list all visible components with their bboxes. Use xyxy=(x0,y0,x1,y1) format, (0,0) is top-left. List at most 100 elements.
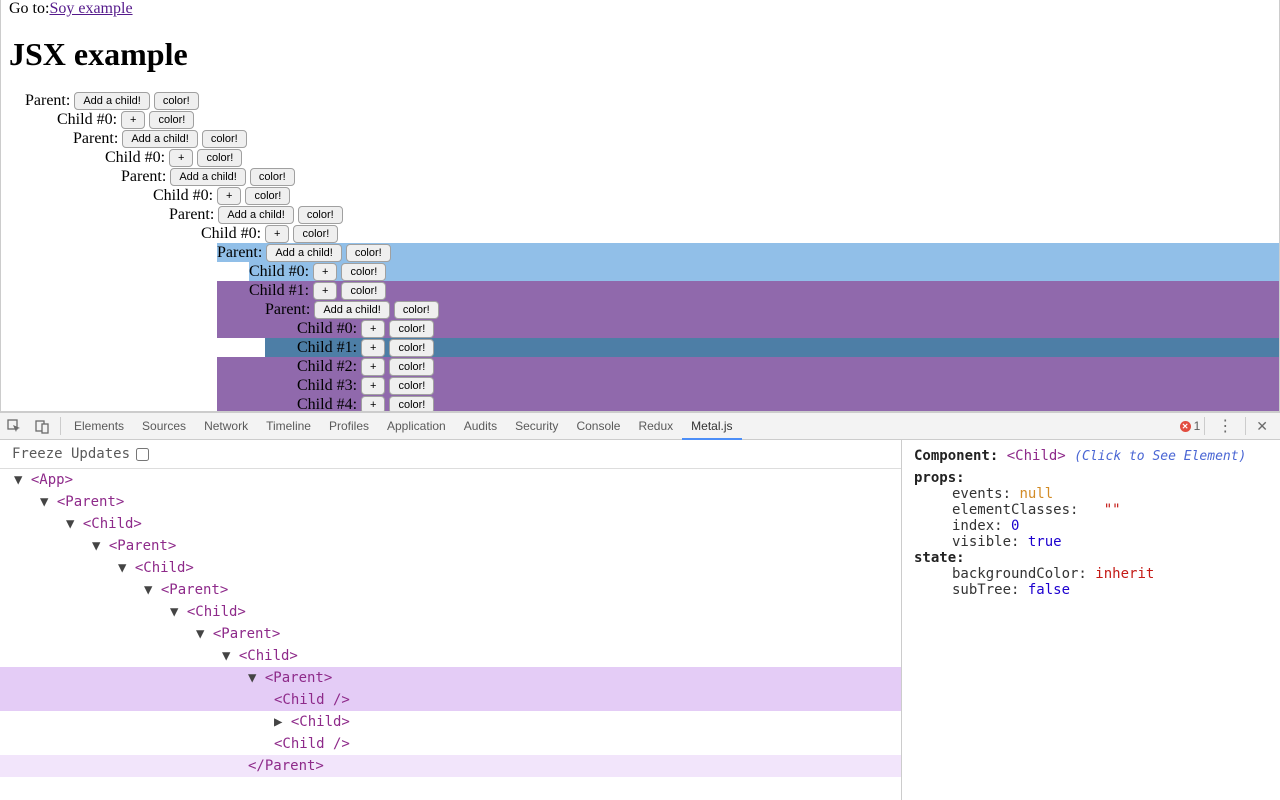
add-child-button[interactable]: Add a child! xyxy=(122,130,197,148)
separator xyxy=(1245,417,1246,435)
color-button[interactable]: color! xyxy=(250,168,295,186)
color-button[interactable]: color! xyxy=(389,377,434,395)
tree-twisty-icon[interactable]: ▼ xyxy=(66,516,83,532)
tree-twisty-icon[interactable]: ▼ xyxy=(40,494,57,510)
tree-node[interactable]: ▼ <Child> xyxy=(0,601,901,623)
tree-twisty-icon[interactable]: ▼ xyxy=(92,538,109,554)
tree-node[interactable]: ▼ <Parent> xyxy=(0,667,901,689)
plus-button[interactable]: + xyxy=(361,339,385,357)
color-button[interactable]: color! xyxy=(389,320,434,338)
component-header: Component: <Child> (Click to See Element… xyxy=(914,448,1268,464)
tree-node[interactable]: </Parent> xyxy=(0,755,901,777)
color-button[interactable]: color! xyxy=(389,339,434,357)
tree-node[interactable]: ▼ <Child> xyxy=(0,513,901,535)
tree-twisty-icon[interactable]: ▼ xyxy=(118,560,135,576)
row-label: Parent: xyxy=(265,301,310,319)
plus-button[interactable]: + xyxy=(361,396,385,413)
add-child-button[interactable]: Add a child! xyxy=(170,168,245,186)
tree-twisty-icon[interactable]: ▼ xyxy=(248,670,265,686)
devtools-tab-security[interactable]: Security xyxy=(506,412,567,440)
prop-value: null xyxy=(1019,486,1053,502)
color-button[interactable]: color! xyxy=(346,244,391,262)
plus-button[interactable]: + xyxy=(169,149,193,167)
tree-node[interactable]: ▼ <Child> xyxy=(0,557,901,579)
prop-row: events: null xyxy=(952,486,1268,502)
device-icon[interactable] xyxy=(28,419,56,434)
color-button[interactable]: color! xyxy=(389,396,434,413)
tree-twisty-icon[interactable]: ▼ xyxy=(144,582,161,598)
row-label: Child #2: xyxy=(297,358,357,376)
color-button[interactable]: color! xyxy=(341,263,386,281)
tree-twisty-icon[interactable]: ▼ xyxy=(170,604,187,620)
component-row: Child #0:+color! xyxy=(1,148,1279,167)
devtools-tab-console[interactable]: Console xyxy=(567,412,629,440)
component-header-tag: <Child> xyxy=(1007,448,1066,464)
tree-twisty-icon[interactable]: ▶ xyxy=(274,714,291,730)
row-label: Child #1: xyxy=(297,339,357,357)
inspect-icon[interactable] xyxy=(0,419,28,434)
color-button[interactable]: color! xyxy=(245,187,290,205)
plus-button[interactable]: + xyxy=(265,225,289,243)
component-row: Parent:Add a child!color! xyxy=(1,129,1279,148)
tree-twisty-icon[interactable]: ▼ xyxy=(222,648,239,664)
devtools-tab-elements[interactable]: Elements xyxy=(65,412,133,440)
row-label: Child #0: xyxy=(105,149,165,167)
color-button[interactable]: color! xyxy=(154,92,199,110)
color-button[interactable]: color! xyxy=(202,130,247,148)
component-row: Child #1:+color! xyxy=(1,281,1279,300)
color-button[interactable]: color! xyxy=(394,301,439,319)
tree-node[interactable]: ▼ <Child> xyxy=(0,645,901,667)
devtools-tab-redux[interactable]: Redux xyxy=(629,412,682,440)
prop-row: visible: true xyxy=(952,534,1268,550)
freeze-checkbox[interactable] xyxy=(136,448,149,461)
devtools-tab-metaljs[interactable]: Metal.js xyxy=(682,412,741,440)
color-button[interactable]: color! xyxy=(149,111,194,129)
devtools-tab-audits[interactable]: Audits xyxy=(455,412,506,440)
row-label: Child #0: xyxy=(249,263,309,281)
close-icon[interactable]: ✕ xyxy=(1250,418,1274,435)
plus-button[interactable]: + xyxy=(313,263,337,281)
tree-node[interactable]: ▼ <App> xyxy=(0,469,901,491)
color-button[interactable]: color! xyxy=(197,149,242,167)
add-child-button[interactable]: Add a child! xyxy=(74,92,149,110)
add-child-button[interactable]: Add a child! xyxy=(314,301,389,319)
tree-tag: <Child /> xyxy=(274,692,350,708)
tree-node[interactable]: <Child /> xyxy=(0,689,901,711)
row-label: Parent: xyxy=(169,206,214,224)
add-child-button[interactable]: Add a child! xyxy=(266,244,341,262)
goto-link[interactable]: Soy example xyxy=(49,0,132,17)
color-button[interactable]: color! xyxy=(293,225,338,243)
plus-button[interactable]: + xyxy=(361,377,385,395)
devtools-tab-profiles[interactable]: Profiles xyxy=(320,412,378,440)
tree-twisty-icon[interactable]: ▼ xyxy=(14,472,31,488)
devtools-tab-application[interactable]: Application xyxy=(378,412,455,440)
page-content: Go to:Soy example JSX example Parent:Add… xyxy=(0,0,1280,412)
color-button[interactable]: color! xyxy=(298,206,343,224)
tree-node[interactable]: ▼ <Parent> xyxy=(0,579,901,601)
color-button[interactable]: color! xyxy=(389,358,434,376)
component-hint[interactable]: (Click to See Element) xyxy=(1074,449,1246,464)
more-icon[interactable]: ⋮ xyxy=(1209,416,1241,436)
page-title: JSX example xyxy=(9,36,1279,73)
devtools-tab-network[interactable]: Network xyxy=(195,412,257,440)
tree-node[interactable]: ▼ <Parent> xyxy=(0,491,901,513)
tree-twisty-icon[interactable]: ▼ xyxy=(196,626,213,642)
add-child-button[interactable]: Add a child! xyxy=(218,206,293,224)
plus-button[interactable]: + xyxy=(361,358,385,376)
devtools-tab-sources[interactable]: Sources xyxy=(133,412,195,440)
prop-row: index: 0 xyxy=(952,518,1268,534)
plus-button[interactable]: + xyxy=(121,111,145,129)
plus-button[interactable]: + xyxy=(313,282,337,300)
prop-key: subTree: xyxy=(952,582,1019,598)
tree-node[interactable]: ▼ <Parent> xyxy=(0,623,901,645)
tree-node[interactable]: ▼ <Parent> xyxy=(0,535,901,557)
plus-button[interactable]: + xyxy=(217,187,241,205)
error-badge[interactable]: ✕ 1 xyxy=(1180,419,1201,433)
color-button[interactable]: color! xyxy=(341,282,386,300)
tree-node[interactable]: <Child /> xyxy=(0,733,901,755)
plus-button[interactable]: + xyxy=(361,320,385,338)
component-tree[interactable]: ▼ <App>▼ <Parent>▼ <Child>▼ <Parent>▼ <C… xyxy=(0,469,901,800)
devtools-tab-timeline[interactable]: Timeline xyxy=(257,412,320,440)
prop-key: events: xyxy=(952,486,1011,502)
tree-node[interactable]: ▶ <Child> xyxy=(0,711,901,733)
